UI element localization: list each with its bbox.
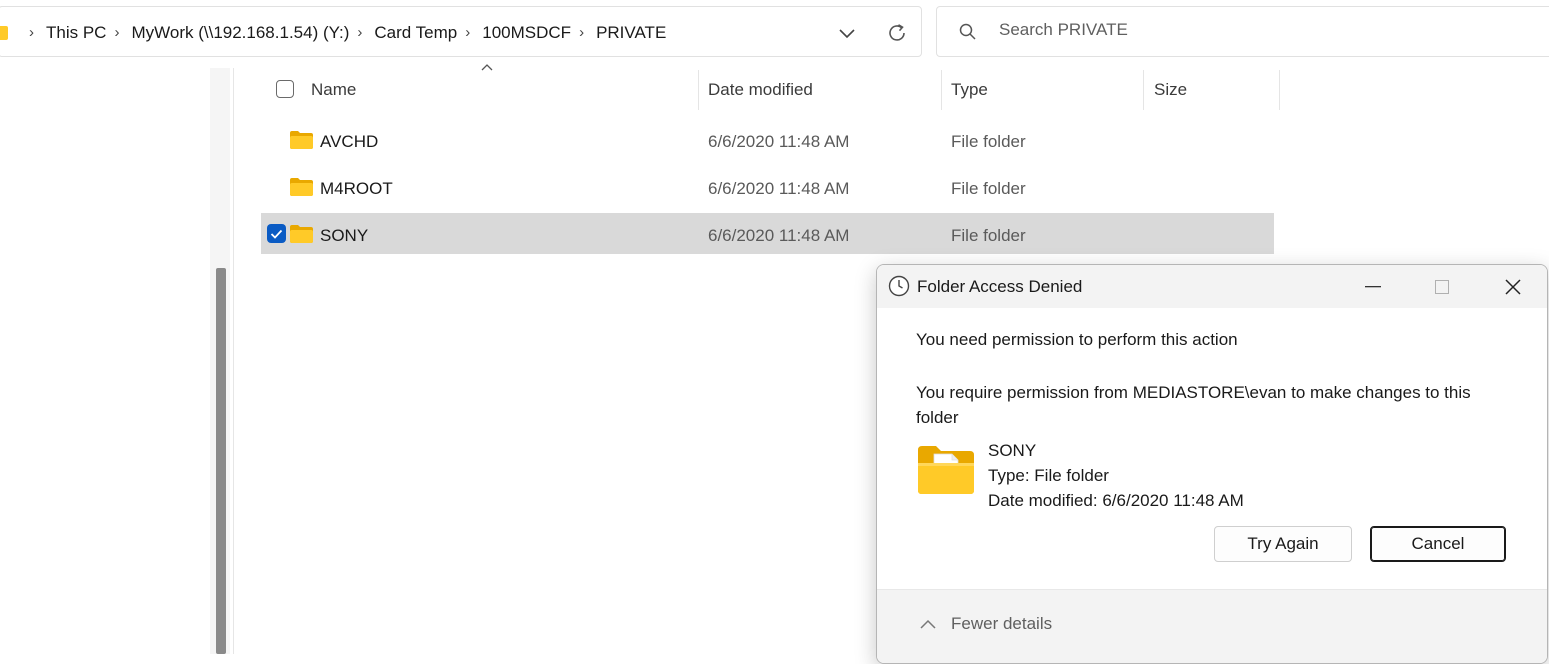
file-name: AVCHD xyxy=(320,132,379,151)
maximize-icon xyxy=(1435,280,1449,294)
search-icon xyxy=(959,23,976,40)
address-bar[interactable]: › This PC › MyWork (\\192.168.1.54) (Y:)… xyxy=(0,6,922,57)
fewer-details-toggle[interactable]: Fewer details xyxy=(919,614,1052,634)
history-dropdown-button[interactable] xyxy=(833,20,861,46)
chevron-down-icon xyxy=(839,29,855,39)
folder-icon xyxy=(0,25,8,40)
refresh-icon xyxy=(889,24,905,41)
search-input[interactable] xyxy=(997,19,1401,41)
file-row-avchd[interactable]: AVCHD 6/6/2020 11:48 AM File folder xyxy=(261,121,1274,162)
refresh-button[interactable] xyxy=(883,20,911,46)
minimize-button[interactable] xyxy=(1353,273,1393,301)
item-info: SONY Type: File folder Date modified: 6/… xyxy=(988,438,1244,513)
pane-divider[interactable] xyxy=(233,68,234,654)
file-type: File folder xyxy=(951,132,1026,151)
checkmark-icon xyxy=(270,229,283,239)
column-divider[interactable] xyxy=(1279,70,1280,110)
folder-icon xyxy=(290,131,313,149)
file-type: File folder xyxy=(951,179,1026,198)
column-header-name[interactable]: Name xyxy=(311,80,356,100)
dialog-body: You need permission to perform this acti… xyxy=(877,308,1547,589)
dialog-footer: Fewer details xyxy=(877,589,1547,663)
chevron-right-icon[interactable]: › xyxy=(29,24,34,41)
cancel-button[interactable]: Cancel xyxy=(1370,526,1506,562)
column-header-size[interactable]: Size xyxy=(1154,80,1187,100)
chevron-up-icon xyxy=(920,619,936,629)
breadcrumb-card-temp[interactable]: Card Temp xyxy=(374,23,457,43)
select-all-checkbox[interactable] xyxy=(276,80,294,98)
folder-icon xyxy=(918,446,974,494)
breadcrumb-this-pc[interactable]: This PC xyxy=(46,23,106,43)
file-date: 6/6/2020 11:48 AM xyxy=(708,226,850,245)
breadcrumb: › This PC › MyWork (\\192.168.1.54) (Y:)… xyxy=(0,7,666,58)
column-header-type[interactable]: Type xyxy=(951,80,988,100)
file-row-m4root[interactable]: M4ROOT 6/6/2020 11:48 AM File folder xyxy=(261,168,1274,209)
item-date-modified: Date modified: 6/6/2020 11:48 AM xyxy=(988,491,1244,510)
dialog-message: You need permission to perform this acti… xyxy=(916,330,1238,349)
chevron-right-icon[interactable]: › xyxy=(357,24,362,41)
chevron-right-icon[interactable]: › xyxy=(465,24,470,41)
close-icon xyxy=(1505,279,1521,295)
column-header-date-modified[interactable]: Date modified xyxy=(708,80,813,100)
column-divider[interactable] xyxy=(941,70,942,110)
file-date: 6/6/2020 11:48 AM xyxy=(708,132,850,151)
fewer-details-label: Fewer details xyxy=(951,614,1053,633)
file-type: File folder xyxy=(951,226,1026,245)
breadcrumb-mywork[interactable]: MyWork (\\192.168.1.54) (Y:) xyxy=(131,23,349,43)
item-name: SONY xyxy=(988,441,1037,460)
search-box[interactable] xyxy=(936,6,1549,57)
row-checkbox-checked[interactable] xyxy=(267,224,286,243)
chevron-right-icon[interactable]: › xyxy=(114,24,119,41)
close-button[interactable] xyxy=(1493,273,1533,301)
column-divider[interactable] xyxy=(698,70,699,110)
breadcrumb-private[interactable]: PRIVATE xyxy=(596,23,666,43)
folder-icon xyxy=(290,225,313,243)
file-row-sony[interactable]: SONY 6/6/2020 11:48 AM File folder xyxy=(261,213,1274,254)
chevron-right-icon[interactable]: › xyxy=(579,24,584,41)
try-again-button[interactable]: Try Again xyxy=(1214,526,1352,562)
nav-scrollbar-thumb[interactable] xyxy=(216,268,226,654)
clock-icon xyxy=(888,275,910,297)
file-name: SONY xyxy=(320,226,369,245)
minimize-icon xyxy=(1365,286,1381,288)
dialog-title-bar[interactable]: Folder Access Denied xyxy=(877,265,1547,308)
dialog-detail: You require permission from MEDIASTORE\e… xyxy=(916,383,1471,427)
file-name: M4ROOT xyxy=(320,179,393,198)
folder-icon xyxy=(290,178,313,196)
item-type: Type: File folder xyxy=(988,466,1109,485)
breadcrumb-100msdcf[interactable]: 100MSDCF xyxy=(482,23,571,43)
file-date: 6/6/2020 11:48 AM xyxy=(708,179,850,198)
dialog-title: Folder Access Denied xyxy=(917,277,1083,296)
maximize-button[interactable] xyxy=(1422,273,1462,301)
folder-access-denied-dialog: Folder Access Denied You need permission… xyxy=(876,264,1548,664)
column-divider[interactable] xyxy=(1143,70,1144,110)
sort-ascending-icon xyxy=(481,64,493,71)
